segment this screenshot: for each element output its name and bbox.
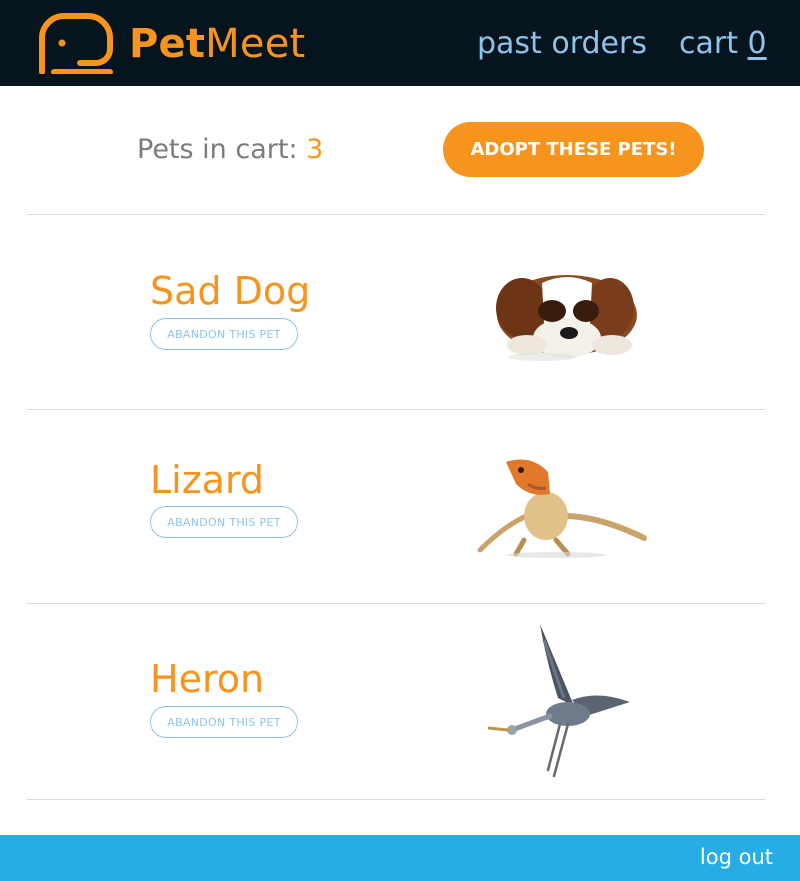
brand-name-pet: Pet xyxy=(129,21,206,67)
cart-link[interactable]: cart 0 xyxy=(679,24,767,64)
adopt-pets-button[interactable]: ADOPT THESE PETS! xyxy=(443,122,704,177)
brand-name[interactable]: PetMeet xyxy=(129,20,305,68)
brand-name-meet: Meet xyxy=(205,21,306,67)
footer-bar: log out xyxy=(0,835,800,881)
cart-summary: Pets in cart: 3 ADOPT THESE PETS! xyxy=(0,120,800,180)
heron-image xyxy=(488,624,630,778)
cart-item-sad-dog: Sad Dog ABANDON THIS PET xyxy=(0,215,800,409)
lizard-image xyxy=(477,459,647,558)
cart-label: cart xyxy=(679,26,738,61)
divider xyxy=(27,799,765,800)
cart-item-heron: Heron ABANDON THIS PET xyxy=(0,604,800,800)
pet-name: Heron xyxy=(150,657,265,701)
pets-in-cart-label: Pets in cart: xyxy=(137,134,298,165)
pet-name: Sad Dog xyxy=(150,269,311,313)
pets-in-cart-count: 3 xyxy=(306,134,324,165)
top-navbar: PetMeet past orders cart 0 xyxy=(0,0,800,86)
cart-count: 0 xyxy=(747,26,767,61)
pets-in-cart-text: Pets in cart: 3 xyxy=(137,132,323,168)
pet-name: Lizard xyxy=(150,458,265,502)
cart-item-lizard: Lizard ABANDON THIS PET xyxy=(0,410,800,604)
past-orders-link[interactable]: past orders xyxy=(477,24,647,64)
abandon-pet-button[interactable]: ABANDON THIS PET xyxy=(150,318,298,350)
petmeet-logo-icon xyxy=(39,13,113,74)
dog-image xyxy=(496,275,637,361)
abandon-pet-button[interactable]: ABANDON THIS PET xyxy=(150,506,298,538)
logout-link[interactable]: log out xyxy=(700,843,773,871)
abandon-pet-button[interactable]: ABANDON THIS PET xyxy=(150,706,298,738)
